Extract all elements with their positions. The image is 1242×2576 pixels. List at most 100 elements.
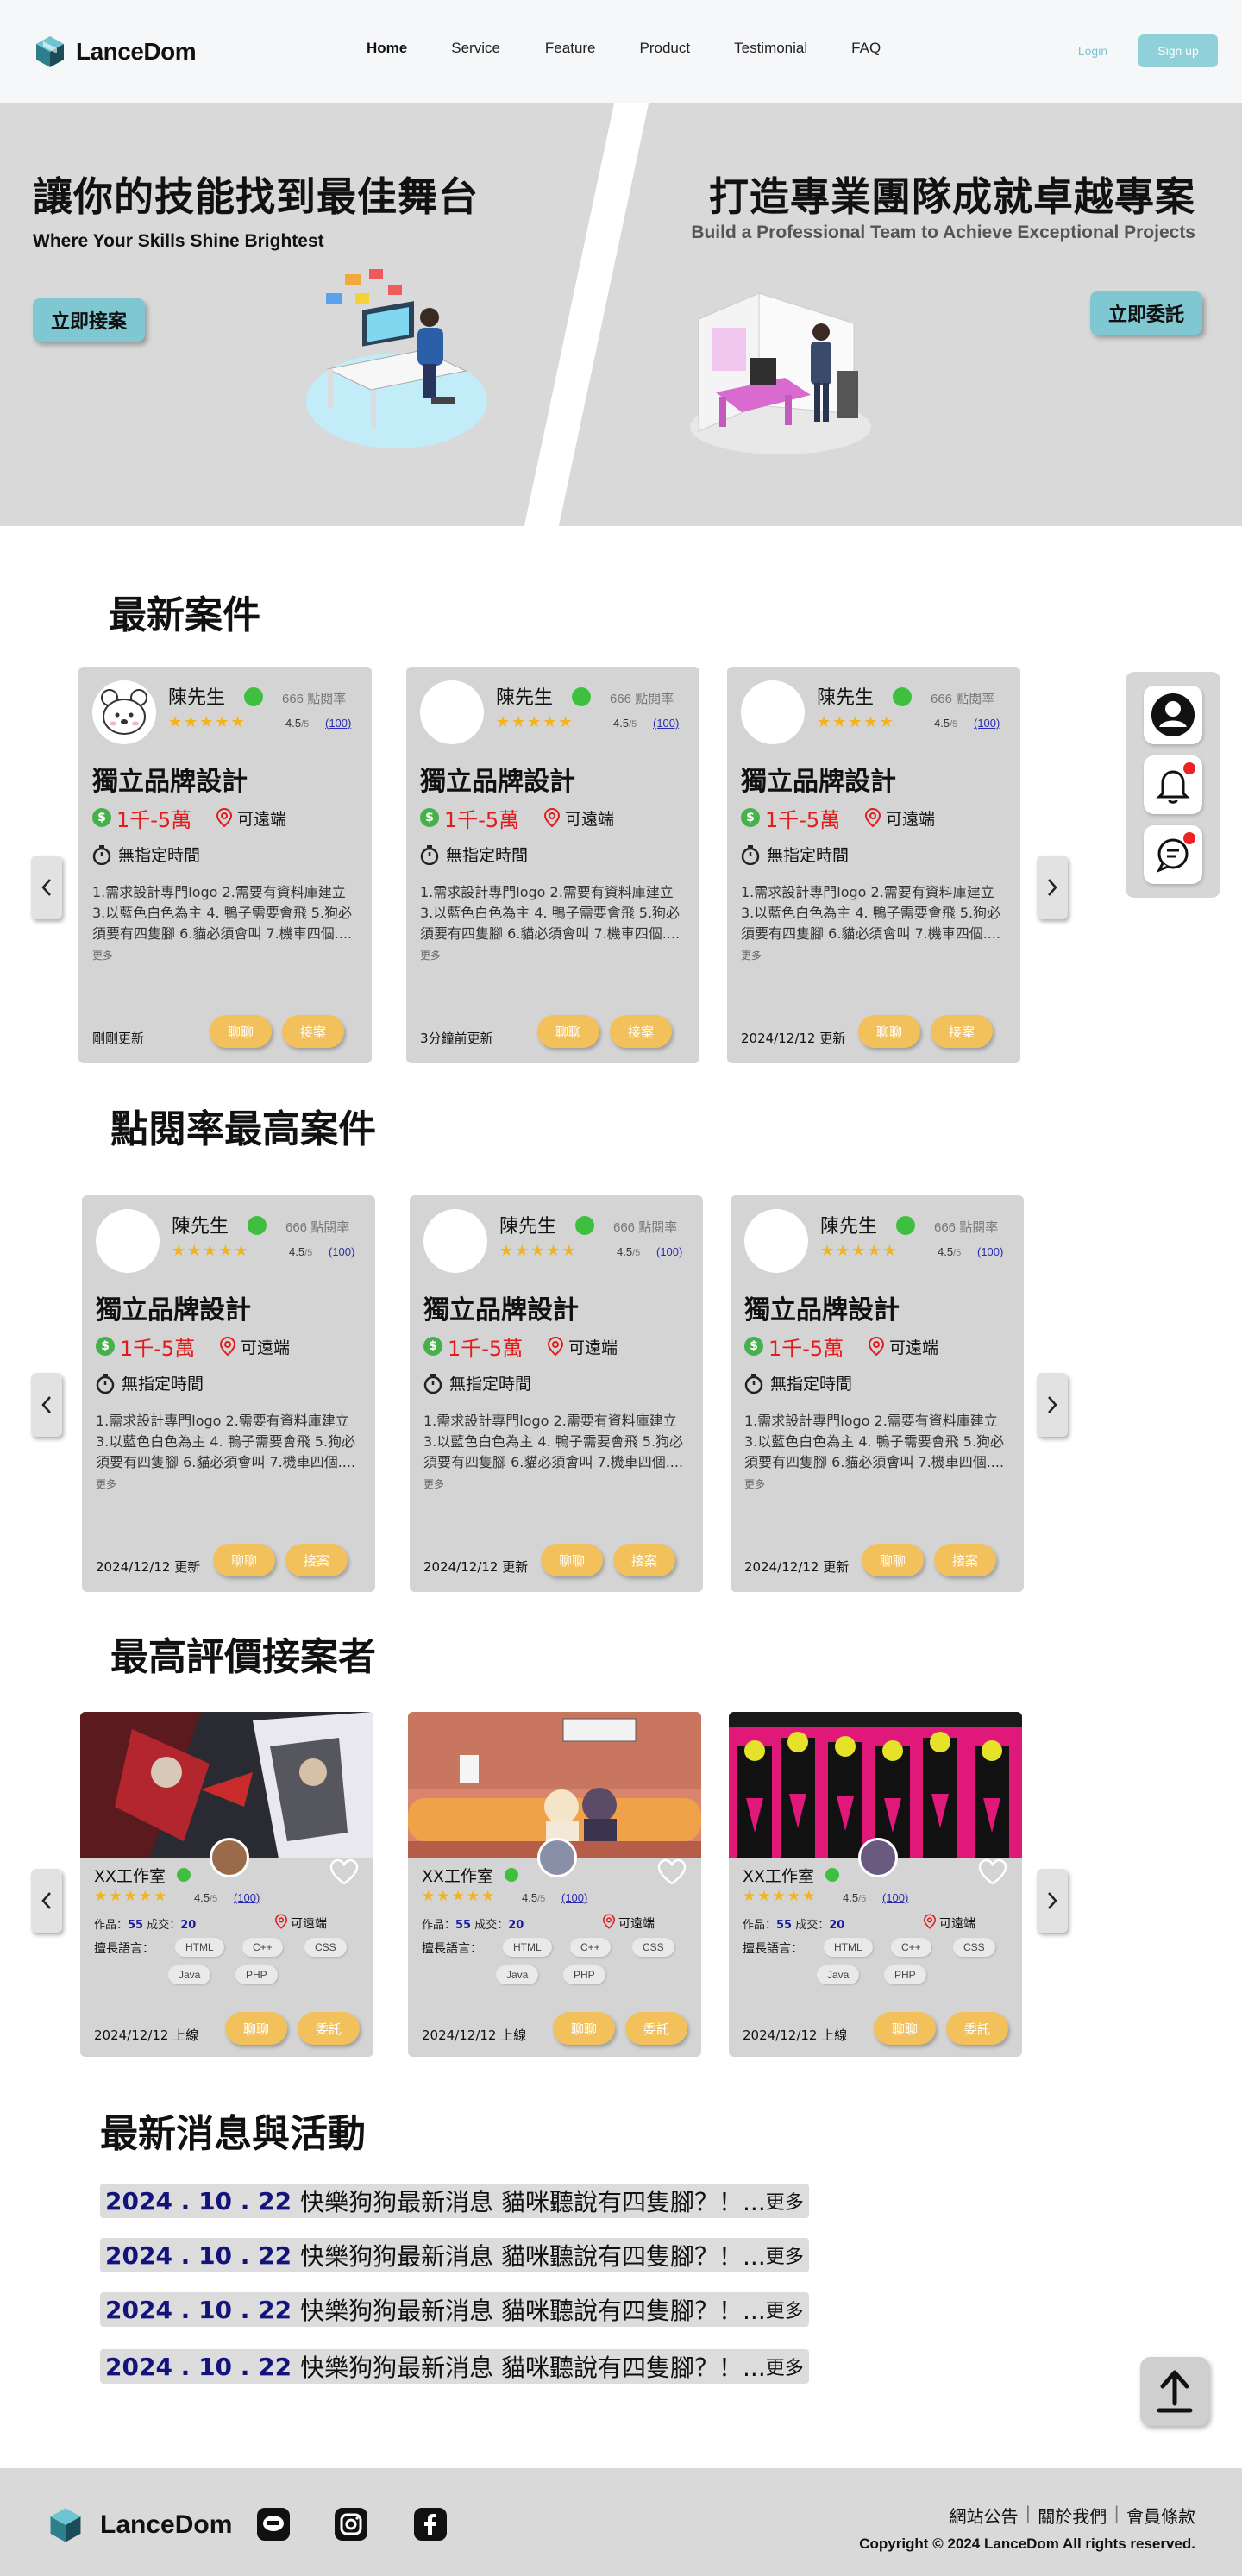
nav-testimonial[interactable]: Testimonial <box>734 40 807 57</box>
freelancer-card[interactable]: XX工作室 ★★★★★ 4.5/5 (100) 作品：55 成交：20 可遠端 … <box>80 1712 373 2057</box>
footer-link-terms[interactable]: 會員條款 <box>1126 2503 1195 2528</box>
news-item[interactable]: 2024 . 10 . 22 快樂狗狗最新消息 貓咪聽說有四隻腳？！... 更多 <box>100 2292 809 2327</box>
popular-case-card[interactable]: 陳先生 666 點閱率 ★★★★★ 4.5/5 (100) 獨立品牌設計 $ 1… <box>82 1195 375 1592</box>
chevron-right-icon <box>1048 1396 1057 1413</box>
divider: | <box>1025 2503 1032 2523</box>
chat-button[interactable]: 聊聊 <box>537 1015 599 1048</box>
notifications-button[interactable] <box>1144 755 1202 814</box>
nav-product[interactable]: Product <box>640 40 691 57</box>
heart-icon[interactable] <box>977 1858 1008 1886</box>
nav-service[interactable]: Service <box>451 40 500 57</box>
popular-next-arrow[interactable] <box>1037 1373 1068 1437</box>
footer-link-announcements[interactable]: 網站公告 <box>950 2503 1019 2528</box>
rating-score: 4.5/5 <box>285 717 310 730</box>
heart-icon[interactable] <box>656 1858 687 1886</box>
avatar[interactable] <box>537 1838 577 1877</box>
skill-tag: PHP <box>884 1965 926 1984</box>
popular-case-card[interactable]: 陳先生 666 點閱率 ★★★★★ 4.5/5 (100) 獨立品牌設計 $ 1… <box>731 1195 1024 1592</box>
rating-count-link[interactable]: (100) <box>234 1891 260 1904</box>
news-item[interactable]: 2024 . 10 . 22 快樂狗狗最新消息 貓咪聽說有四隻腳？！... 更多 <box>100 2349 809 2384</box>
avatar[interactable] <box>96 1209 160 1273</box>
latest-case-card[interactable]: 陳先生 666 點閱率 ★★★★★ 4.5/5 (100) 獨立品牌設計 $ 1… <box>727 667 1020 1063</box>
latest-next-arrow[interactable] <box>1037 856 1068 919</box>
hire-button[interactable]: 委託 <box>625 2012 687 2045</box>
chat-button[interactable]: 聊聊 <box>553 2012 615 2045</box>
footer-brand[interactable]: LanceDom <box>45 2504 232 2546</box>
accept-button[interactable]: 接案 <box>282 1015 344 1048</box>
accept-button[interactable]: 接案 <box>934 1544 996 1576</box>
rating-count-link[interactable]: (100) <box>325 717 351 730</box>
line-social-link[interactable] <box>257 2508 290 2541</box>
more-link[interactable]: 更多 <box>92 950 113 962</box>
latest-case-card[interactable]: 陳先生 666 點閱率 ★★★★★ 4.5/5 (100) 獨立品牌設計 $ 1… <box>406 667 699 1063</box>
chat-button[interactable]: 聊聊 <box>213 1544 275 1576</box>
news-item[interactable]: 2024 . 10 . 22 快樂狗狗最新消息 貓咪聽說有四隻腳？！... 更多 <box>100 2238 809 2272</box>
avatar[interactable] <box>420 680 484 744</box>
profile-button[interactable] <box>1144 686 1202 744</box>
latest-prev-arrow[interactable] <box>31 856 62 919</box>
more-link[interactable]: 更多 <box>741 950 762 962</box>
more-link[interactable]: 更多 <box>766 2241 804 2269</box>
accept-button[interactable]: 接案 <box>613 1544 675 1576</box>
hire-button[interactable]: 委託 <box>946 2012 1008 2045</box>
rating-count-link[interactable]: (100) <box>656 1245 682 1258</box>
accept-button[interactable]: 接案 <box>610 1015 672 1048</box>
more-link[interactable]: 更多 <box>96 1478 116 1490</box>
case-title[interactable]: 獨立品牌設計 <box>744 1288 900 1326</box>
freelancer-prev-arrow[interactable] <box>31 1869 62 1933</box>
more-link[interactable]: 更多 <box>744 1478 765 1490</box>
nav-faq[interactable]: FAQ <box>851 40 881 57</box>
freelancer-card[interactable]: XX工作室 ★★★★★ 4.5/5 (100) 作品：55 成交：20 可遠端 … <box>729 1712 1022 2057</box>
more-link[interactable]: 更多 <box>420 950 441 962</box>
chat-button[interactable]: 聊聊 <box>541 1544 603 1576</box>
rating-count-link[interactable]: (100) <box>977 1245 1003 1258</box>
case-title[interactable]: 獨立品牌設計 <box>741 760 896 798</box>
case-title[interactable]: 獨立品牌設計 <box>423 1288 579 1326</box>
avatar[interactable] <box>744 1209 808 1273</box>
accept-button[interactable]: 接案 <box>285 1544 348 1576</box>
latest-case-card[interactable]: 陳先生 666 點閱率 ★★★★★ 4.5/5 (100) 獨立品牌設計 $ 1… <box>78 667 372 1063</box>
find-jobs-button[interactable]: 立即接案 <box>33 298 145 342</box>
rating-count-link[interactable]: (100) <box>974 717 1000 730</box>
chat-button[interactable]: 聊聊 <box>862 1544 924 1576</box>
avatar[interactable] <box>423 1209 487 1273</box>
rating-count-link[interactable]: (100) <box>882 1891 908 1904</box>
popular-prev-arrow[interactable] <box>31 1373 62 1437</box>
login-button[interactable]: Login <box>1063 34 1123 67</box>
case-title[interactable]: 獨立品牌設計 <box>420 760 575 798</box>
avatar[interactable] <box>741 680 805 744</box>
facebook-social-link[interactable] <box>414 2508 447 2541</box>
accept-button[interactable]: 接案 <box>931 1015 993 1048</box>
freelancer-next-arrow[interactable] <box>1037 1869 1068 1933</box>
post-project-button[interactable]: 立即委託 <box>1090 291 1202 335</box>
heart-icon[interactable] <box>329 1858 360 1886</box>
chat-button[interactable]: 聊聊 <box>858 1015 920 1048</box>
chat-button[interactable]: 聊聊 <box>210 1015 272 1048</box>
footer-link-about[interactable]: 關於我們 <box>1038 2503 1107 2528</box>
signup-button[interactable]: Sign up <box>1138 34 1218 67</box>
instagram-social-link[interactable] <box>335 2508 367 2541</box>
more-link[interactable]: 更多 <box>766 2353 804 2380</box>
avatar[interactable] <box>210 1838 249 1877</box>
avatar[interactable] <box>858 1838 898 1877</box>
news-item[interactable]: 2024 . 10 . 22 快樂狗狗最新消息 貓咪聽說有四隻腳？！... 更多 <box>100 2184 809 2218</box>
scroll-to-top-button[interactable] <box>1140 2357 1209 2426</box>
case-title[interactable]: 獨立品牌設計 <box>92 760 248 798</box>
case-title[interactable]: 獨立品牌設計 <box>96 1288 251 1326</box>
popular-case-card[interactable]: 陳先生 666 點閱率 ★★★★★ 4.5/5 (100) 獨立品牌設計 $ 1… <box>410 1195 703 1592</box>
brand-logo[interactable]: LanceDom <box>31 33 197 71</box>
messages-button[interactable] <box>1144 825 1202 884</box>
avatar[interactable] <box>92 680 156 744</box>
chat-button[interactable]: 聊聊 <box>225 2012 287 2045</box>
chat-button[interactable]: 聊聊 <box>874 2012 936 2045</box>
rating-count-link[interactable]: (100) <box>561 1891 587 1904</box>
rating-count-link[interactable]: (100) <box>329 1245 354 1258</box>
more-link[interactable]: 更多 <box>766 2296 804 2323</box>
freelancer-card[interactable]: XX工作室 ★★★★★ 4.5/5 (100) 作品：55 成交：20 可遠端 … <box>408 1712 701 2057</box>
nav-feature[interactable]: Feature <box>545 40 596 57</box>
more-link[interactable]: 更多 <box>766 2187 804 2215</box>
more-link[interactable]: 更多 <box>423 1478 444 1490</box>
hire-button[interactable]: 委託 <box>298 2012 360 2045</box>
nav-home[interactable]: Home <box>367 40 407 57</box>
rating-count-link[interactable]: (100) <box>653 717 679 730</box>
